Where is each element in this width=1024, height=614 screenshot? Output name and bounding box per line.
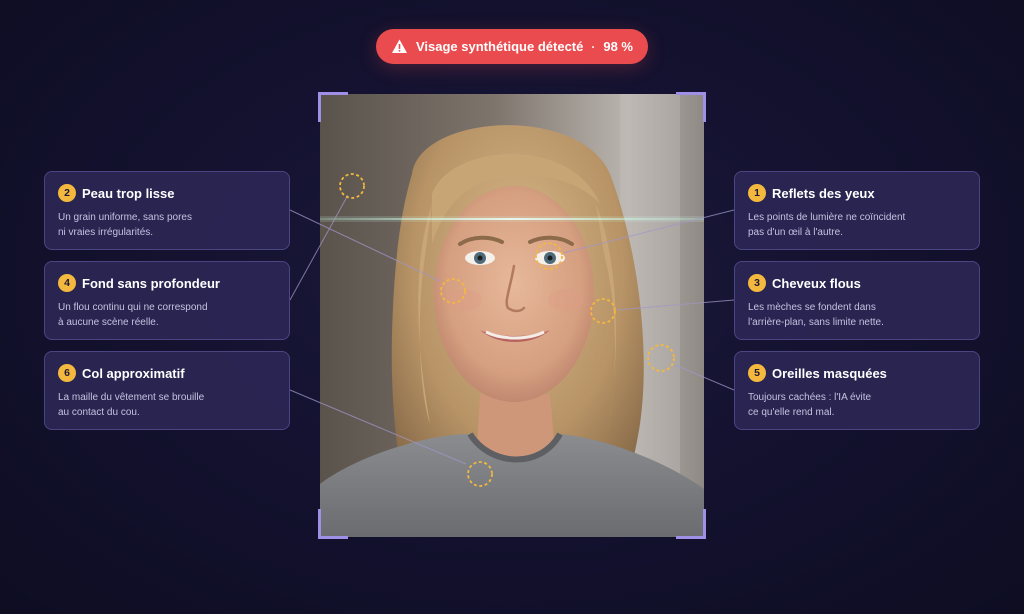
card-number-badge: 4 [58, 274, 76, 292]
card-title: Peau trop lisse [82, 185, 175, 201]
frame-corner-bottom-right [676, 509, 706, 539]
alert-score: 98 % [603, 39, 633, 54]
portrait-image [320, 94, 704, 537]
card-description: La maille du vêtement se brouille au con… [58, 392, 205, 418]
card-title: Col approximatif [82, 365, 185, 381]
card-description: Un grain uniforme, sans pores ni vraies … [58, 212, 192, 238]
detection-alert-badge: Visage synthétique détecté · 98 % [376, 29, 648, 64]
analyzed-portrait [320, 94, 704, 537]
warning-icon [391, 38, 408, 55]
card-description: Toujours cachées : l'IA évite ce qu'elle… [748, 392, 872, 418]
card-description: Un flou continu qui ne correspond à aucu… [58, 302, 208, 328]
card-number-badge: 3 [748, 274, 766, 292]
alert-separator: · [591, 39, 596, 54]
frame-corner-bottom-left [318, 509, 348, 539]
card-number-badge: 6 [58, 364, 76, 382]
card-title: Fond sans profondeur [82, 275, 220, 291]
card-title: Reflets des yeux [772, 185, 875, 201]
annotation-card-hair: 3 Cheveux flous Les mèches se fondent da… [734, 261, 980, 340]
card-number-badge: 2 [58, 184, 76, 202]
annotation-card-ears: 5 Oreilles masquées Toujours cachées : l… [734, 351, 980, 430]
annotation-card-collar: 6 Col approximatif La maille du vêtement… [44, 351, 290, 430]
frame-corner-top-left [318, 92, 348, 122]
card-description: Les mèches se fondent dans l'arrière-pla… [748, 302, 884, 328]
card-number-badge: 1 [748, 184, 766, 202]
frame-corner-top-right [676, 92, 706, 122]
card-number-badge: 5 [748, 364, 766, 382]
annotation-card-eyes: 1 Reflets des yeux Les points de lumière… [734, 171, 980, 250]
alert-label: Visage synthétique détecté [415, 39, 584, 54]
card-title: Cheveux flous [772, 275, 861, 291]
annotation-card-background: 4 Fond sans profondeur Un flou continu q… [44, 261, 290, 340]
annotation-card-skin: 2 Peau trop lisse Un grain uniforme, san… [44, 171, 290, 250]
card-title: Oreilles masquées [772, 365, 887, 381]
card-description: Les points de lumière ne coïncident pas … [748, 212, 906, 238]
